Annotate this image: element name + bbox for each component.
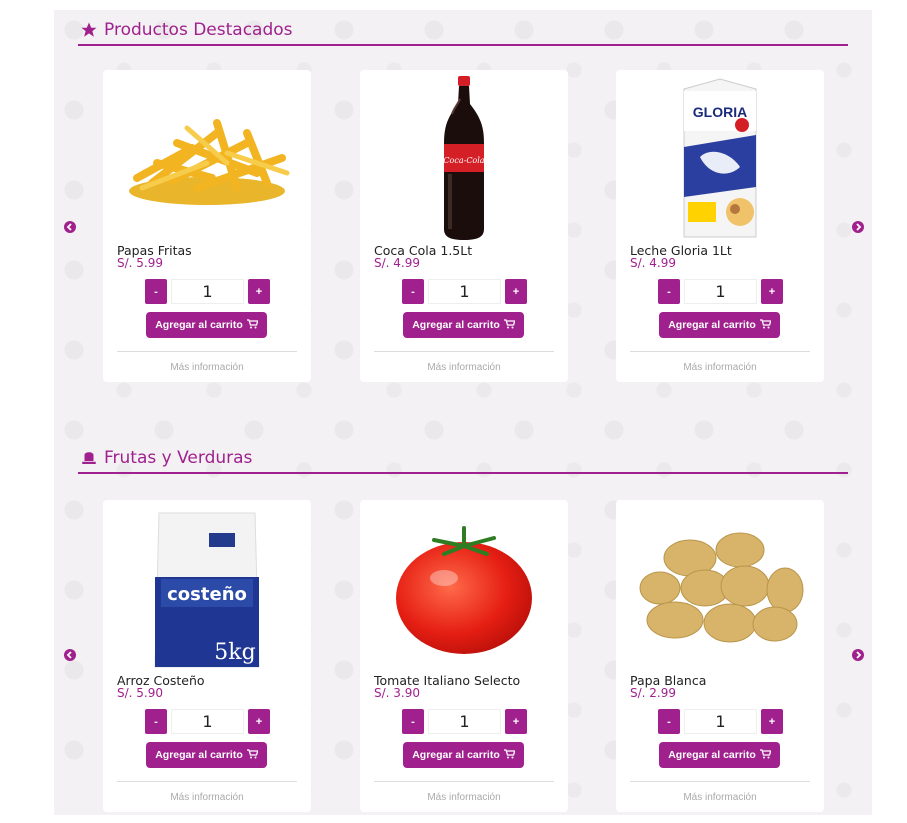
potatoes-image xyxy=(630,504,810,672)
quantity-stepper: - 1 + xyxy=(658,709,783,734)
quantity-input[interactable]: 1 xyxy=(171,709,244,734)
product-card: GLORIA Leche Gloria 1Lt S/. 4.99 - 1 + A… xyxy=(616,70,824,382)
product-price: S/. 2.99 xyxy=(630,686,677,700)
add-to-cart-button[interactable]: Agregar al carrito xyxy=(403,312,524,338)
more-info-link[interactable]: Más información xyxy=(616,792,824,803)
product-card: Papas Fritas S/. 5.99 - 1 + Agregar al c… xyxy=(103,70,311,382)
decrement-button[interactable]: - xyxy=(402,709,424,734)
decrement-button[interactable]: - xyxy=(145,709,167,734)
star-icon xyxy=(80,21,98,39)
decrement-button[interactable]: - xyxy=(402,279,424,304)
milk-brand-text: GLORIA xyxy=(693,104,747,120)
add-to-cart-button[interactable]: Agregar al carrito xyxy=(146,742,267,768)
product-price: S/. 5.99 xyxy=(117,256,164,270)
carousel-prev-icon[interactable] xyxy=(64,221,76,233)
quantity-input[interactable]: 1 xyxy=(428,709,501,734)
add-to-cart-button[interactable]: Agregar al carrito xyxy=(403,742,524,768)
add-to-cart-label: Agregar al carrito xyxy=(155,749,243,761)
add-to-cart-button[interactable]: Agregar al carrito xyxy=(659,312,780,338)
increment-button[interactable]: + xyxy=(505,709,527,734)
rice-weight-text: 5kg xyxy=(214,640,255,665)
more-info-link[interactable]: Más información xyxy=(103,792,311,803)
hat-icon xyxy=(80,449,98,467)
increment-button[interactable]: + xyxy=(505,279,527,304)
section-header: Productos Destacados xyxy=(78,16,848,46)
quantity-stepper: - 1 + xyxy=(145,709,270,734)
decrement-button[interactable]: - xyxy=(658,279,680,304)
decrement-button[interactable]: - xyxy=(658,709,680,734)
add-to-cart-label: Agregar al carrito xyxy=(412,749,500,761)
milk-carton-image: GLORIA xyxy=(630,74,810,242)
cart-icon xyxy=(759,748,772,762)
increment-button[interactable]: + xyxy=(248,709,270,734)
divider xyxy=(630,781,810,782)
tomato-image xyxy=(374,504,554,672)
product-price: S/. 4.99 xyxy=(374,256,421,270)
product-card: Papa Blanca S/. 2.99 - 1 + Agregar al ca… xyxy=(616,500,824,812)
product-card: costeño 5kg Arroz Costeño S/. 5.90 - 1 +… xyxy=(103,500,311,812)
section-header: Frutas y Verduras xyxy=(78,444,848,474)
add-to-cart-button[interactable]: Agregar al carrito xyxy=(146,312,267,338)
cola-bottle-image: Coca-Cola xyxy=(374,74,554,242)
quantity-stepper: - 1 + xyxy=(402,709,527,734)
quantity-input[interactable]: 1 xyxy=(428,279,501,304)
carousel-next-icon[interactable] xyxy=(852,221,864,233)
product-price: S/. 3.90 xyxy=(374,686,421,700)
quantity-input[interactable]: 1 xyxy=(684,709,757,734)
divider xyxy=(374,351,554,352)
product-price: S/. 5.90 xyxy=(117,686,164,700)
add-to-cart-label: Agregar al carrito xyxy=(668,749,756,761)
cart-icon xyxy=(759,318,772,332)
divider xyxy=(630,351,810,352)
add-to-cart-label: Agregar al carrito xyxy=(412,319,500,331)
more-info-link[interactable]: Más información xyxy=(103,362,311,373)
cart-icon xyxy=(503,318,516,332)
increment-button[interactable]: + xyxy=(248,279,270,304)
cart-icon xyxy=(503,748,516,762)
divider xyxy=(374,781,554,782)
increment-button[interactable]: + xyxy=(761,279,783,304)
section-title: Productos Destacados xyxy=(104,20,293,40)
carousel-next-icon[interactable] xyxy=(852,649,864,661)
divider xyxy=(117,351,297,352)
more-info-link[interactable]: Más información xyxy=(360,362,568,373)
product-card: Coca-Cola Coca Cola 1.5Lt S/. 4.99 - 1 +… xyxy=(360,70,568,382)
add-to-cart-label: Agregar al carrito xyxy=(155,319,243,331)
quantity-input[interactable]: 1 xyxy=(171,279,244,304)
quantity-stepper: - 1 + xyxy=(658,279,783,304)
decrement-button[interactable]: - xyxy=(145,279,167,304)
quantity-stepper: - 1 + xyxy=(402,279,527,304)
product-price: S/. 4.99 xyxy=(630,256,677,270)
increment-button[interactable]: + xyxy=(761,709,783,734)
cart-icon xyxy=(246,318,259,332)
add-to-cart-label: Agregar al carrito xyxy=(668,319,756,331)
fries-image xyxy=(117,74,297,242)
section-productos-destacados: Productos Destacados Papas Fritas S/. 5.… xyxy=(64,16,864,396)
rice-bag-image: costeño 5kg xyxy=(117,504,297,672)
cola-label-text: Coca-Cola xyxy=(443,156,484,165)
divider xyxy=(117,781,297,782)
more-info-link[interactable]: Más información xyxy=(360,792,568,803)
section-title: Frutas y Verduras xyxy=(104,448,253,468)
carousel-prev-icon[interactable] xyxy=(64,649,76,661)
more-info-link[interactable]: Más información xyxy=(616,362,824,373)
product-card: Tomate Italiano Selecto S/. 3.90 - 1 + A… xyxy=(360,500,568,812)
quantity-input[interactable]: 1 xyxy=(684,279,757,304)
quantity-stepper: - 1 + xyxy=(145,279,270,304)
add-to-cart-button[interactable]: Agregar al carrito xyxy=(659,742,780,768)
rice-brand-text: costeño xyxy=(167,584,247,605)
section-frutas-y-verduras: Frutas y Verduras costeño 5kg Arroz Cost… xyxy=(64,444,864,823)
cart-icon xyxy=(246,748,259,762)
